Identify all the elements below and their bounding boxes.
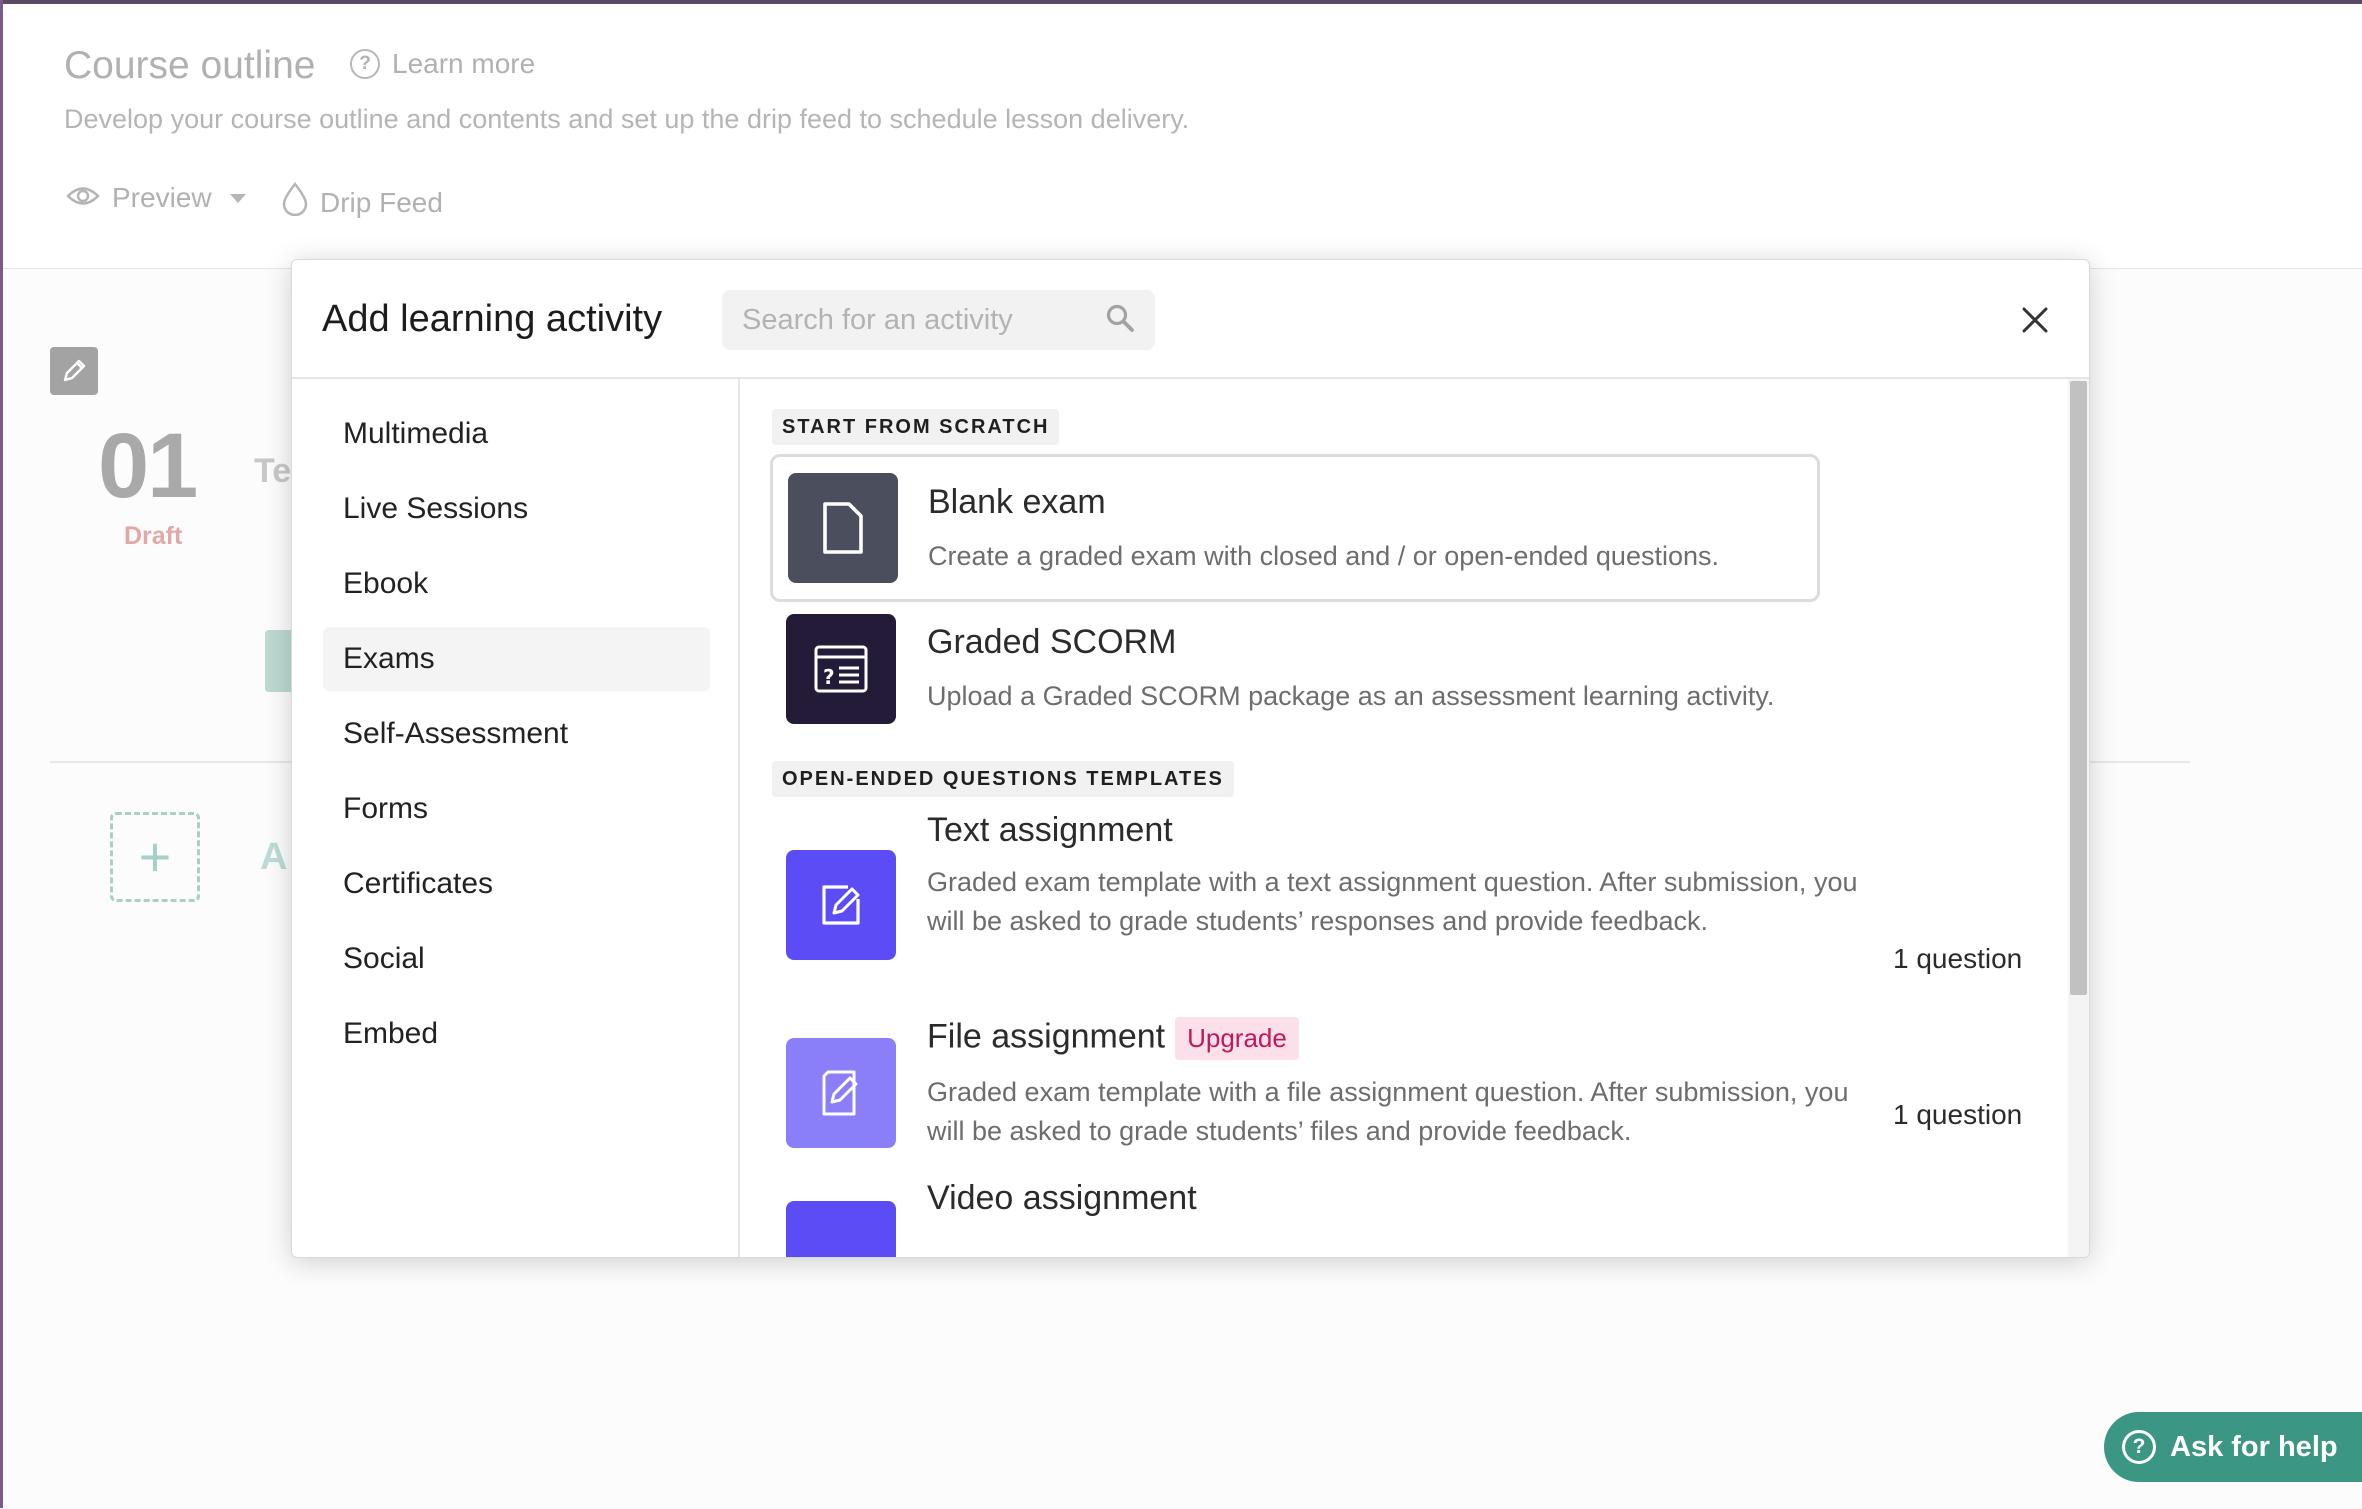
video-icon — [786, 1201, 896, 1257]
lesson-status: Draft — [124, 522, 183, 550]
edit-lesson-button[interactable] — [50, 347, 98, 395]
scrollbar[interactable] — [2068, 379, 2089, 1257]
modal-header: Add learning activity — [292, 260, 2089, 379]
page-title: Course outline — [64, 44, 316, 87]
drip-feed-button[interactable]: Drip Feed — [282, 181, 443, 223]
question-icon: ? — [2122, 1430, 2156, 1464]
upgrade-badge[interactable]: Upgrade — [1175, 1017, 1299, 1060]
activity-title: File assignment Upgrade — [927, 1017, 1299, 1060]
plus-icon: + — [138, 825, 172, 888]
category-list: Multimedia Live Sessions Ebook Exams Sel… — [292, 379, 740, 1257]
lesson-action-chip — [265, 630, 293, 692]
question-count: 1 question — [1893, 943, 2023, 974]
pencil-icon — [63, 359, 86, 382]
activity-description: Graded exam template with a text assignm… — [927, 867, 1858, 936]
section-label: START FROM SCRATCH — [772, 409, 1060, 445]
learn-more-link[interactable]: ? Learn more — [350, 48, 535, 80]
lesson-title: Te — [254, 452, 292, 490]
activity-blank-exam[interactable]: Blank exam Create a graded exam with clo… — [770, 454, 1820, 602]
drip-feed-label: Drip Feed — [320, 186, 443, 218]
activity-list: START FROM SCRATCH Blank exam Create a g… — [740, 379, 2089, 1257]
category-live-sessions[interactable]: Live Sessions — [323, 477, 710, 541]
modal-title: Add learning activity — [322, 298, 663, 340]
activity-graded-scorm[interactable]: ? Graded SCORM Upload a Graded SCORM pac… — [770, 611, 1820, 729]
ask-for-help-label: Ask for help — [2170, 1430, 2338, 1463]
preview-label: Preview — [112, 182, 212, 213]
activity-title: Blank exam — [928, 483, 1106, 521]
category-ebook[interactable]: Ebook — [323, 552, 710, 616]
category-multimedia[interactable]: Multimedia — [323, 402, 710, 466]
lesson-number: 01 — [98, 415, 198, 517]
search-input[interactable] — [742, 303, 1082, 337]
category-self-assessment[interactable]: Self-Assessment — [323, 702, 710, 766]
close-button[interactable] — [2017, 302, 2053, 338]
edit-icon — [786, 850, 896, 960]
activity-title: Video assignment — [927, 1179, 1197, 1217]
search-icon[interactable] — [1105, 303, 1135, 338]
question-count: 1 question — [1893, 1099, 2023, 1130]
page-header — [3, 4, 2362, 268]
section-label: OPEN-ENDED QUESTIONS TEMPLATES — [772, 761, 1234, 797]
window-top-border — [0, 0, 2362, 4]
eye-icon — [66, 182, 100, 214]
file-edit-icon — [786, 1038, 896, 1148]
activity-description: Create a graded exam with closed and / o… — [928, 541, 1720, 571]
category-social[interactable]: Social — [323, 927, 710, 991]
activity-title: Graded SCORM — [927, 623, 1177, 661]
category-embed[interactable]: Embed — [323, 1002, 710, 1066]
activity-video-assignment[interactable]: Video assignment — [770, 1179, 2070, 1257]
scorm-icon: ? — [786, 614, 896, 724]
add-lesson-label: A — [260, 836, 288, 878]
activity-description: Upload a Graded SCORM package as an asse… — [927, 681, 1775, 711]
category-exams[interactable]: Exams — [323, 627, 710, 691]
page-subtitle: Develop your course outline and contents… — [64, 104, 1190, 134]
category-certificates[interactable]: Certificates — [323, 852, 710, 916]
document-icon — [788, 473, 898, 583]
activity-description: Graded exam template with a file assignm… — [927, 1077, 1849, 1146]
add-lesson-button[interactable]: + — [110, 812, 200, 902]
close-icon — [2022, 307, 2048, 333]
window-left-border — [0, 0, 3, 1508]
activity-file-assignment[interactable]: File assignment Upgrade Graded exam templ… — [770, 1017, 2070, 1159]
search-box — [722, 290, 1155, 350]
svg-text:?: ? — [823, 665, 835, 689]
learn-more-label: Learn more — [392, 48, 536, 79]
add-learning-activity-modal: Add learning activity Multimedia Live Se… — [291, 259, 2090, 1258]
chevron-down-icon — [229, 193, 246, 203]
activity-text-assignment[interactable]: Text assignment Graded exam template wit… — [770, 811, 2070, 994]
scrollbar-thumb[interactable] — [2070, 381, 2087, 995]
activity-title: Text assignment — [927, 811, 1173, 849]
help-circle-icon: ? — [350, 49, 380, 79]
activity-title-text: File assignment — [927, 1017, 1166, 1056]
drop-icon — [282, 181, 308, 223]
category-forms[interactable]: Forms — [323, 777, 710, 841]
preview-button[interactable]: Preview — [66, 182, 246, 214]
ask-for-help-button[interactable]: ? Ask for help — [2104, 1412, 2362, 1482]
